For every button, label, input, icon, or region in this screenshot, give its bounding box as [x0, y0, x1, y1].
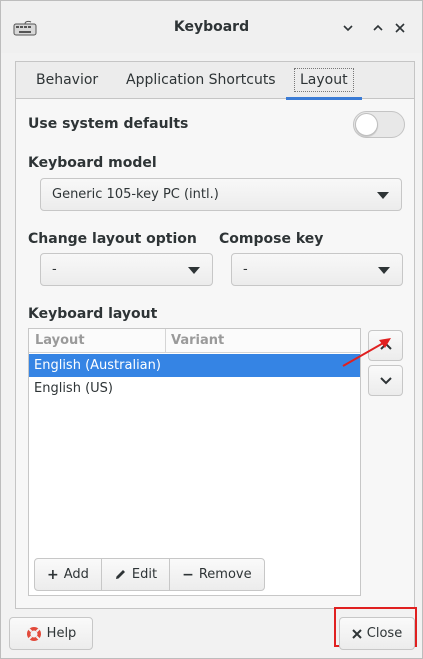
keyboard-model-label: Keyboard model [28, 155, 157, 171]
column-header-layout[interactable]: Layout [35, 333, 85, 348]
use-system-defaults-toggle[interactable] [353, 111, 405, 138]
maximize-icon[interactable] [368, 18, 388, 38]
chevron-down-icon [378, 267, 390, 274]
tab-layout[interactable]: Layout [286, 62, 362, 100]
toggle-knob [355, 113, 378, 136]
keyboard-layout-label: Keyboard layout [28, 306, 158, 322]
change-layout-option-value: - [52, 262, 57, 277]
window-title: Keyboard [173, 19, 250, 35]
list-item[interactable]: English (US) [29, 377, 360, 400]
title-bar: Keyboard [1, 1, 422, 53]
minus-icon: − [182, 566, 194, 583]
column-header-variant[interactable]: Variant [171, 333, 224, 348]
remove-button[interactable]: − Remove [170, 559, 264, 590]
keyboard-model-dropdown[interactable]: Generic 105-key PC (intl.) [40, 178, 402, 211]
tab-application-shortcuts[interactable]: Application Shortcuts [119, 62, 283, 99]
help-button[interactable]: Help [9, 617, 93, 650]
minimize-icon[interactable] [338, 18, 358, 38]
keyboard-layout-list[interactable]: Layout Variant English (Australian) Engl… [28, 328, 361, 596]
change-layout-option-dropdown[interactable]: - [40, 253, 213, 286]
close-icon[interactable] [390, 18, 410, 38]
column-separator [165, 329, 166, 353]
list-item[interactable]: English (Australian) [29, 354, 360, 377]
close-button[interactable]: Close [339, 617, 415, 650]
close-icon [352, 628, 362, 639]
tab-behavior[interactable]: Behavior [29, 62, 105, 99]
list-header: Layout Variant [29, 329, 360, 353]
change-layout-option-label: Change layout option [28, 231, 197, 247]
plus-icon: + [47, 566, 59, 583]
compose-key-dropdown[interactable]: - [231, 253, 403, 286]
chevron-down-icon [379, 376, 392, 384]
use-system-defaults-label: Use system defaults [28, 116, 189, 132]
annotation-arrow-icon [342, 338, 391, 367]
lifebuoy-icon [26, 626, 41, 641]
pencil-icon [115, 570, 125, 579]
compose-key-value: - [243, 262, 248, 277]
chevron-down-icon [188, 267, 200, 274]
compose-key-label: Compose key [219, 231, 324, 247]
edit-button[interactable]: Edit [102, 559, 171, 590]
keyboard-settings-window: Keyboard Behavior Application Shortcuts … [0, 0, 423, 659]
layout-list-toolbar: + Add Edit − Remove [34, 558, 265, 591]
chevron-down-icon [377, 192, 389, 199]
tab-bar: Behavior Application Shortcuts Layout [16, 62, 414, 100]
keyboard-model-value: Generic 105-key PC (intl.) [52, 187, 219, 202]
add-button[interactable]: + Add [35, 559, 102, 590]
